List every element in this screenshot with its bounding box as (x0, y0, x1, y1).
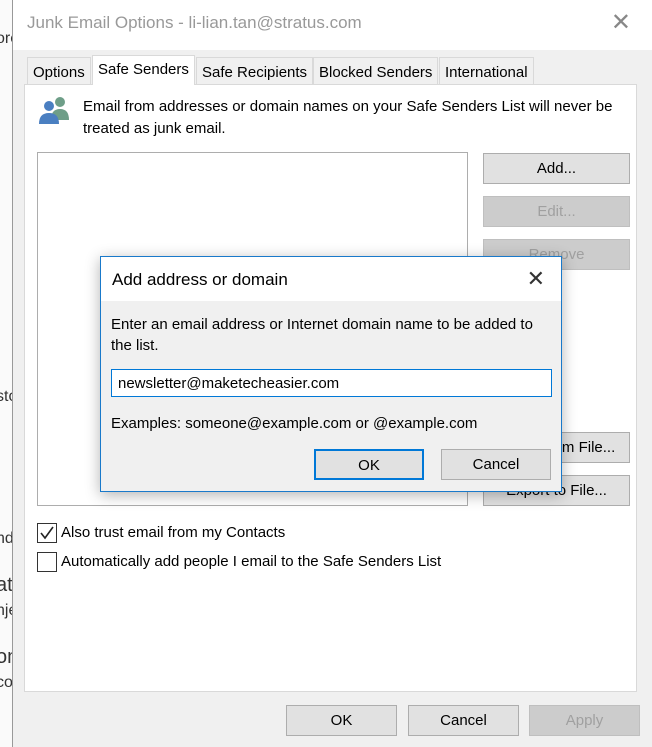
trust-contacts-checkbox[interactable] (37, 523, 57, 543)
close-icon[interactable]: ✕ (611, 8, 631, 37)
modal-examples: Examples: someone@example.com or @exampl… (111, 415, 478, 432)
window-title: Junk Email Options - li-lian.tan@stratus… (27, 13, 362, 32)
modal-prompt: Enter an email address or Internet domai… (111, 316, 533, 354)
tab-safe-recipients[interactable]: Safe Recipients (196, 57, 314, 84)
tab-options[interactable]: Options (27, 57, 91, 84)
edit-button[interactable]: Edit... (483, 196, 630, 227)
title-bar: Junk Email Options - li-lian.tan@stratus… (13, 0, 652, 50)
add-address-dialog: Add address or domain ✕ Enter an email a… (100, 256, 562, 492)
modal-cancel-button[interactable]: Cancel (441, 449, 551, 480)
add-button[interactable]: Add... (483, 153, 630, 184)
ok-button[interactable]: OK (286, 705, 397, 736)
auto-add-checkbox[interactable] (37, 552, 57, 572)
auto-add-label: Automatically add people I email to the … (61, 553, 442, 570)
safe-senders-description: Email from addresses or domain names on … (83, 98, 613, 137)
tab-safe-senders[interactable]: Safe Senders (92, 55, 195, 85)
apply-button[interactable]: Apply (529, 705, 640, 736)
modal-ok-button[interactable]: OK (314, 449, 424, 480)
checkmark-icon (40, 526, 54, 540)
address-input[interactable] (111, 369, 552, 397)
trust-contacts-label: Also trust email from my Contacts (61, 524, 286, 541)
close-icon[interactable]: ✕ (527, 266, 545, 292)
tab-international[interactable]: International (439, 57, 534, 84)
tab-blocked-senders[interactable]: Blocked Senders (313, 57, 439, 84)
modal-title-bar: Add address or domain ✕ (101, 257, 561, 301)
people-icon (39, 97, 69, 124)
modal-title: Add address or domain (112, 270, 288, 289)
cancel-button[interactable]: Cancel (408, 705, 519, 736)
